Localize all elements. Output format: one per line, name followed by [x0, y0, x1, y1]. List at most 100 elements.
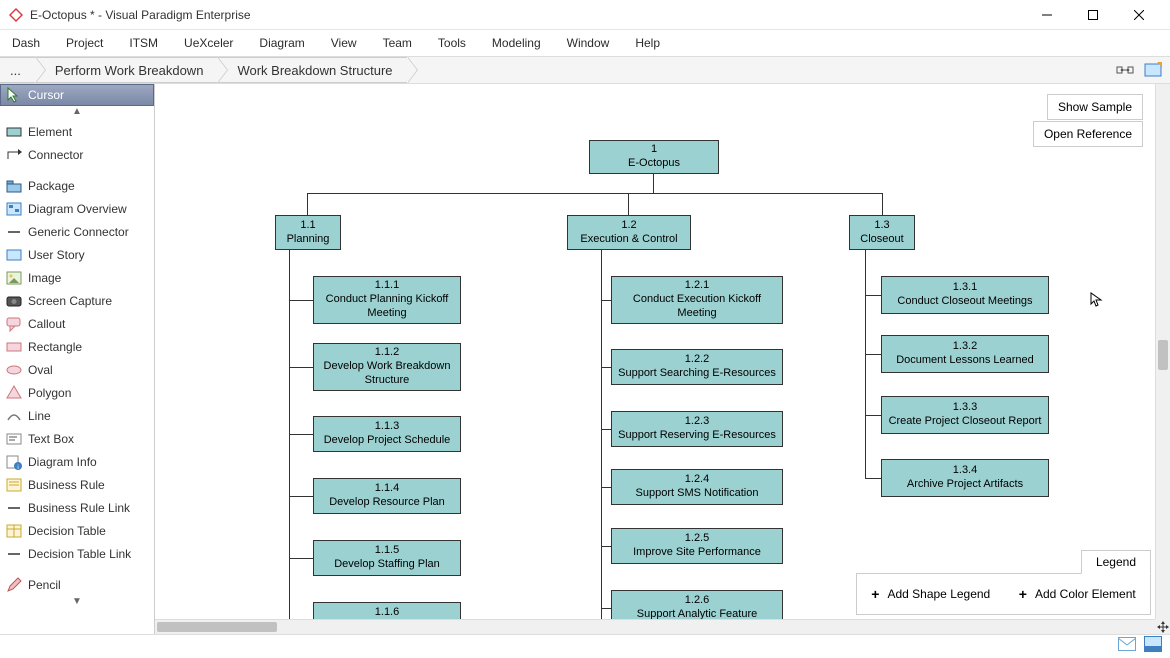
show-sample-button[interactable]: Show Sample — [1047, 94, 1143, 120]
menu-team[interactable]: Team — [383, 36, 412, 50]
wbs-node-c13[interactable]: 1.1.3Develop Project Schedule — [313, 416, 461, 452]
wbs-node-label: Closeout — [860, 233, 903, 247]
show-sample-label: Show Sample — [1058, 100, 1132, 114]
wbs-node-planning[interactable]: 1.1 Planning — [275, 215, 341, 250]
rectangle-icon — [6, 339, 22, 355]
menu-help[interactable]: Help — [635, 36, 660, 50]
breadcrumb-parent[interactable]: Perform Work Breakdown — [35, 57, 218, 83]
wbs-node-c16[interactable]: 1.1.6Develop Budget Plan — [313, 602, 461, 619]
wbs-node-c34[interactable]: 1.3.4Archive Project Artifacts — [881, 459, 1049, 497]
palette-text-box[interactable]: Text Box — [0, 427, 154, 450]
move-handle-icon[interactable] — [1155, 619, 1170, 634]
palette-diagram-info[interactable]: i Diagram Info — [0, 450, 154, 473]
diagram-canvas[interactable]: Show Sample Open Reference — [155, 84, 1170, 634]
connector — [653, 173, 654, 193]
window-controls — [1024, 0, 1162, 30]
mail-icon[interactable] — [1118, 637, 1136, 656]
palette-diagram-info-label: Diagram Info — [28, 455, 97, 469]
menu-diagram[interactable]: Diagram — [259, 36, 304, 50]
wbs-node-id: 1.2.1 — [685, 279, 709, 293]
wbs-node-root[interactable]: 1 E-Octopus — [589, 140, 719, 174]
palette-decision-table[interactable]: Decision Table — [0, 519, 154, 542]
connector — [289, 300, 313, 301]
legend-tab[interactable]: Legend — [1081, 550, 1151, 574]
palette-callout[interactable]: Callout — [0, 312, 154, 335]
message-panel-icon[interactable] — [1144, 636, 1162, 657]
wbs-node-label: Conduct Planning Kickoff Meeting — [318, 293, 456, 321]
wbs-node-id: 1.1.5 — [375, 544, 399, 558]
connector-icon — [6, 147, 22, 163]
close-button[interactable] — [1116, 0, 1162, 30]
palette-image[interactable]: Image — [0, 266, 154, 289]
open-reference-button[interactable]: Open Reference — [1033, 121, 1143, 147]
wbs-node-id: 1.1.6 — [375, 606, 399, 619]
menu-window[interactable]: Window — [567, 36, 610, 50]
wbs-node-c33[interactable]: 1.3.3Create Project Closeout Report — [881, 396, 1049, 434]
connector — [289, 434, 313, 435]
wbs-node-c25[interactable]: 1.2.5Improve Site Performance — [611, 528, 783, 564]
wbs-node-c26[interactable]: 1.2.6Support Analytic Feature — [611, 590, 783, 619]
add-color-element-button[interactable]: +Add Color Element — [1019, 586, 1136, 602]
menu-project[interactable]: Project — [66, 36, 103, 50]
palette-generic-connector[interactable]: Generic Connector — [0, 220, 154, 243]
tool-palette: Cursor ▲ Element Connector Package Diagr… — [0, 84, 155, 634]
palette-pencil[interactable]: Pencil — [0, 573, 154, 596]
wbs-node-id: 1.2.5 — [685, 532, 709, 546]
minimize-button[interactable] — [1024, 0, 1070, 30]
wbs-node-c23[interactable]: 1.2.3Support Reserving E-Resources — [611, 411, 783, 447]
palette-oval[interactable]: Oval — [0, 358, 154, 381]
connector — [601, 300, 611, 301]
palette-connector[interactable]: Connector — [0, 143, 154, 166]
wbs-node-c32[interactable]: 1.3.2Document Lessons Learned — [881, 335, 1049, 373]
connector — [307, 193, 308, 215]
palette-business-rule-link[interactable]: Business Rule Link — [0, 496, 154, 519]
breadcrumb-ellipsis[interactable]: ... — [0, 57, 35, 83]
palette-screen-capture[interactable]: Screen Capture — [0, 289, 154, 312]
palette-decision-table-link[interactable]: Decision Table Link — [0, 542, 154, 565]
menu-itsm[interactable]: ITSM — [129, 36, 158, 50]
wbs-node-closeout[interactable]: 1.3 Closeout — [849, 215, 915, 250]
diagram-overview-icon — [6, 201, 22, 217]
vertical-scrollbar[interactable] — [1155, 84, 1170, 619]
palette-polygon-label: Polygon — [28, 386, 71, 400]
palette-expand-down[interactable]: ▼ — [0, 596, 154, 610]
wbs-node-c14[interactable]: 1.1.4Develop Resource Plan — [313, 478, 461, 514]
diagram-options-icon[interactable] — [1142, 59, 1164, 81]
switch-view-icon[interactable] — [1114, 59, 1136, 81]
palette-line[interactable]: Line — [0, 404, 154, 427]
palette-pencil-label: Pencil — [28, 578, 61, 592]
connector — [865, 295, 881, 296]
user-story-icon — [6, 247, 22, 263]
palette-user-story[interactable]: User Story — [0, 243, 154, 266]
wbs-node-c24[interactable]: 1.2.4Support SMS Notification — [611, 469, 783, 505]
menu-view[interactable]: View — [331, 36, 357, 50]
wbs-node-c12[interactable]: 1.1.2Develop Work Breakdown Structure — [313, 343, 461, 391]
maximize-button[interactable] — [1070, 0, 1116, 30]
wbs-node-c21[interactable]: 1.2.1Conduct Execution Kickoff Meeting — [611, 276, 783, 324]
wbs-node-execution[interactable]: 1.2 Execution & Control — [567, 215, 691, 250]
palette-diagram-overview[interactable]: Diagram Overview — [0, 197, 154, 220]
palette-polygon[interactable]: Polygon — [0, 381, 154, 404]
menu-tools[interactable]: Tools — [438, 36, 466, 50]
vertical-scrollbar-thumb[interactable] — [1158, 340, 1168, 370]
palette-collapse-up[interactable]: ▲ — [0, 106, 154, 120]
wbs-node-label: Planning — [287, 233, 330, 247]
wbs-node-c11[interactable]: 1.1.1Conduct Planning Kickoff Meeting — [313, 276, 461, 324]
wbs-node-label: Document Lessons Learned — [896, 354, 1034, 368]
horizontal-scrollbar-thumb[interactable] — [157, 622, 277, 632]
wbs-node-c22[interactable]: 1.2.2Support Searching E-Resources — [611, 349, 783, 385]
menu-modeling[interactable]: Modeling — [492, 36, 541, 50]
menu-uexceler[interactable]: UeXceler — [184, 36, 233, 50]
horizontal-scrollbar[interactable] — [155, 619, 1155, 634]
palette-element[interactable]: Element — [0, 120, 154, 143]
palette-business-rule[interactable]: Business Rule — [0, 473, 154, 496]
palette-package[interactable]: Package — [0, 174, 154, 197]
breadcrumb-current[interactable]: Work Breakdown Structure — [217, 57, 406, 83]
wbs-node-c15[interactable]: 1.1.5Develop Staffing Plan — [313, 540, 461, 576]
wbs-node-c31[interactable]: 1.3.1Conduct Closeout Meetings — [881, 276, 1049, 314]
palette-rectangle[interactable]: Rectangle — [0, 335, 154, 358]
menu-dash[interactable]: Dash — [12, 36, 40, 50]
connector — [601, 250, 602, 619]
palette-cursor[interactable]: Cursor — [0, 84, 154, 106]
add-shape-legend-button[interactable]: +Add Shape Legend — [871, 586, 990, 602]
